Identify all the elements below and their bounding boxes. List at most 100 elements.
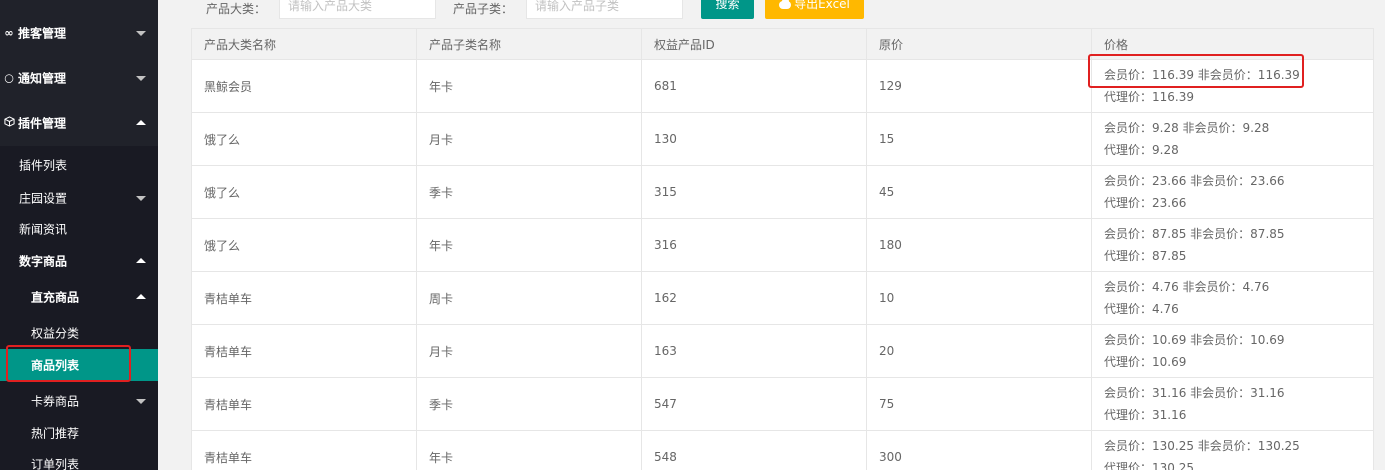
table-row: 青桔单车 月卡 163 20 会员价：10.69 非会员价：10.69 代理价：… bbox=[192, 325, 1373, 378]
cell-category: 饿了么 bbox=[192, 166, 417, 218]
cell-category: 饿了么 bbox=[192, 219, 417, 271]
price-agent: 代理价：87.85 bbox=[1104, 249, 1187, 263]
header-category: 产品大类名称 bbox=[192, 29, 417, 59]
nav-label: 插件列表 bbox=[19, 158, 68, 173]
circle-icon: ○ bbox=[4, 71, 14, 85]
nav-label: 通知管理 bbox=[18, 71, 67, 86]
cell-subcategory: 季卡 bbox=[417, 378, 642, 430]
nav-item-direct-recharge[interactable]: 直充商品 bbox=[0, 281, 158, 313]
nav-label: 推客管理 bbox=[18, 26, 67, 41]
price-member: 会员价：23.66 非会员价：23.66 bbox=[1104, 174, 1285, 188]
nav-label: 新闻资讯 bbox=[19, 222, 68, 237]
cell-category: 青桔单车 bbox=[192, 272, 417, 324]
price-agent: 代理价：4.76 bbox=[1104, 302, 1179, 316]
nav-item-digital-goods[interactable]: 数字商品 bbox=[0, 245, 158, 277]
cell-subcategory: 年卡 bbox=[417, 219, 642, 271]
cell-category: 饿了么 bbox=[192, 113, 417, 165]
cell-product-id: 162 bbox=[642, 272, 867, 324]
price-agent: 代理价：10.69 bbox=[1104, 355, 1187, 369]
price-agent: 代理价：31.16 bbox=[1104, 408, 1187, 422]
cell-original-price: 20 bbox=[867, 325, 1092, 377]
nav-label: 权益分类 bbox=[31, 326, 80, 341]
nav-item-manor-settings[interactable]: 庄园设置 bbox=[0, 182, 158, 214]
cell-price: 会员价：87.85 非会员价：87.85 代理价：87.85 bbox=[1092, 219, 1373, 271]
nav-item-promoter-management[interactable]: ∞ 推客管理 bbox=[0, 11, 158, 55]
sidebar: ∞ 推客管理 ○ 通知管理 插件管理 插件列表 庄园设置 新闻资讯 数字商品 直… bbox=[0, 0, 158, 470]
cell-original-price: 10 bbox=[867, 272, 1092, 324]
nav-item-news[interactable]: 新闻资讯 bbox=[0, 213, 158, 245]
price-member: 会员价：87.85 非会员价：87.85 bbox=[1104, 227, 1285, 241]
price-agent: 代理价：130.25 bbox=[1104, 461, 1194, 470]
table-row: 青桔单车 周卡 162 10 会员价：4.76 非会员价：4.76 代理价：4.… bbox=[192, 272, 1373, 325]
cloud-upload-icon bbox=[779, 0, 792, 9]
plugin-submenu: 插件列表 庄园设置 新闻资讯 数字商品 直充商品 权益分类 商品列表 卡券商品 … bbox=[0, 146, 158, 470]
price-member: 会员价：9.28 非会员价：9.28 bbox=[1104, 121, 1270, 135]
cell-product-id: 130 bbox=[642, 113, 867, 165]
highlight-box bbox=[6, 345, 131, 382]
cell-price: 会员价：4.76 非会员价：4.76 代理价：4.76 bbox=[1092, 272, 1373, 324]
cell-price: 会员价：10.69 非会员价：10.69 代理价：10.69 bbox=[1092, 325, 1373, 377]
search-button[interactable]: 搜索 bbox=[701, 0, 754, 19]
nav-item-plugin-management[interactable]: 插件管理 bbox=[0, 101, 158, 145]
cell-product-id: 548 bbox=[642, 431, 867, 470]
cell-category: 青桔单车 bbox=[192, 325, 417, 377]
cell-product-id: 163 bbox=[642, 325, 867, 377]
cell-original-price: 75 bbox=[867, 378, 1092, 430]
table-row: 饿了么 年卡 316 180 会员价：87.85 非会员价：87.85 代理价：… bbox=[192, 219, 1373, 272]
cell-product-id: 547 bbox=[642, 378, 867, 430]
cell-product-id: 316 bbox=[642, 219, 867, 271]
cell-original-price: 45 bbox=[867, 166, 1092, 218]
cell-price: 会员价：23.66 非会员价：23.66 代理价：23.66 bbox=[1092, 166, 1373, 218]
cell-original-price: 15 bbox=[867, 113, 1092, 165]
cell-original-price: 180 bbox=[867, 219, 1092, 271]
table-row: 饿了么 月卡 130 15 会员价：9.28 非会员价：9.28 代理价：9.2… bbox=[192, 113, 1373, 166]
header-original-price: 原价 bbox=[867, 29, 1092, 59]
cell-subcategory: 年卡 bbox=[417, 60, 642, 112]
chevron-down-icon bbox=[136, 399, 146, 404]
price-highlight-box bbox=[1088, 54, 1304, 88]
subcategory-label: 产品子类： bbox=[453, 2, 514, 16]
chevron-down-icon bbox=[136, 31, 146, 36]
chevron-up-icon bbox=[136, 120, 146, 125]
chevron-down-icon bbox=[136, 76, 146, 81]
category-label: 产品大类： bbox=[206, 2, 267, 16]
cell-subcategory: 月卡 bbox=[417, 325, 642, 377]
subcategory-search-input[interactable] bbox=[526, 0, 683, 19]
cell-price: 会员价：130.25 非会员价：130.25 代理价：130.25 bbox=[1092, 431, 1373, 470]
nav-label: 热门推荐 bbox=[31, 426, 80, 441]
search-button-label: 搜索 bbox=[715, 0, 740, 11]
cell-price: 会员价：9.28 非会员价：9.28 代理价：9.28 bbox=[1092, 113, 1373, 165]
table-row: 青桔单车 年卡 548 300 会员价：130.25 非会员价：130.25 代… bbox=[192, 431, 1373, 470]
price-member: 会员价：10.69 非会员价：10.69 bbox=[1104, 333, 1285, 347]
cell-price: 会员价：31.16 非会员价：31.16 代理价：31.16 bbox=[1092, 378, 1373, 430]
nav-label: 庄园设置 bbox=[19, 191, 68, 206]
cell-product-id: 681 bbox=[642, 60, 867, 112]
category-search-input[interactable] bbox=[279, 0, 436, 19]
cell-category: 黑鲸会员 bbox=[192, 60, 417, 112]
nav-label: 卡券商品 bbox=[31, 394, 80, 409]
cell-subcategory: 月卡 bbox=[417, 113, 642, 165]
header-subcategory: 产品子类名称 bbox=[417, 29, 642, 59]
price-agent: 代理价：116.39 bbox=[1104, 90, 1194, 104]
price-agent: 代理价：23.66 bbox=[1104, 196, 1187, 210]
header-product-id: 权益产品ID bbox=[642, 29, 867, 59]
cell-subcategory: 周卡 bbox=[417, 272, 642, 324]
cell-subcategory: 季卡 bbox=[417, 166, 642, 218]
cell-category: 青桔单车 bbox=[192, 378, 417, 430]
nav-item-order-list[interactable]: 订单列表 bbox=[0, 448, 158, 470]
cell-original-price: 129 bbox=[867, 60, 1092, 112]
nav-item-hot-recommend[interactable]: 热门推荐 bbox=[0, 417, 158, 449]
price-member: 会员价：31.16 非会员价：31.16 bbox=[1104, 386, 1285, 400]
nav-label: 数字商品 bbox=[19, 254, 68, 269]
nav-item-coupon-goods[interactable]: 卡券商品 bbox=[0, 385, 158, 417]
nav-item-notification-management[interactable]: ○ 通知管理 bbox=[0, 56, 158, 100]
chevron-up-icon bbox=[136, 294, 146, 299]
nav-item-plugin-list[interactable]: 插件列表 bbox=[0, 149, 158, 181]
cube-icon bbox=[2, 116, 16, 130]
export-excel-button[interactable]: 导出Excel bbox=[765, 0, 864, 19]
price-agent: 代理价：9.28 bbox=[1104, 143, 1179, 157]
price-member: 会员价：4.76 非会员价：4.76 bbox=[1104, 280, 1270, 294]
chevron-up-icon bbox=[136, 258, 146, 263]
export-button-label: 导出Excel bbox=[794, 0, 850, 11]
price-member: 会员价：130.25 非会员价：130.25 bbox=[1104, 439, 1300, 453]
